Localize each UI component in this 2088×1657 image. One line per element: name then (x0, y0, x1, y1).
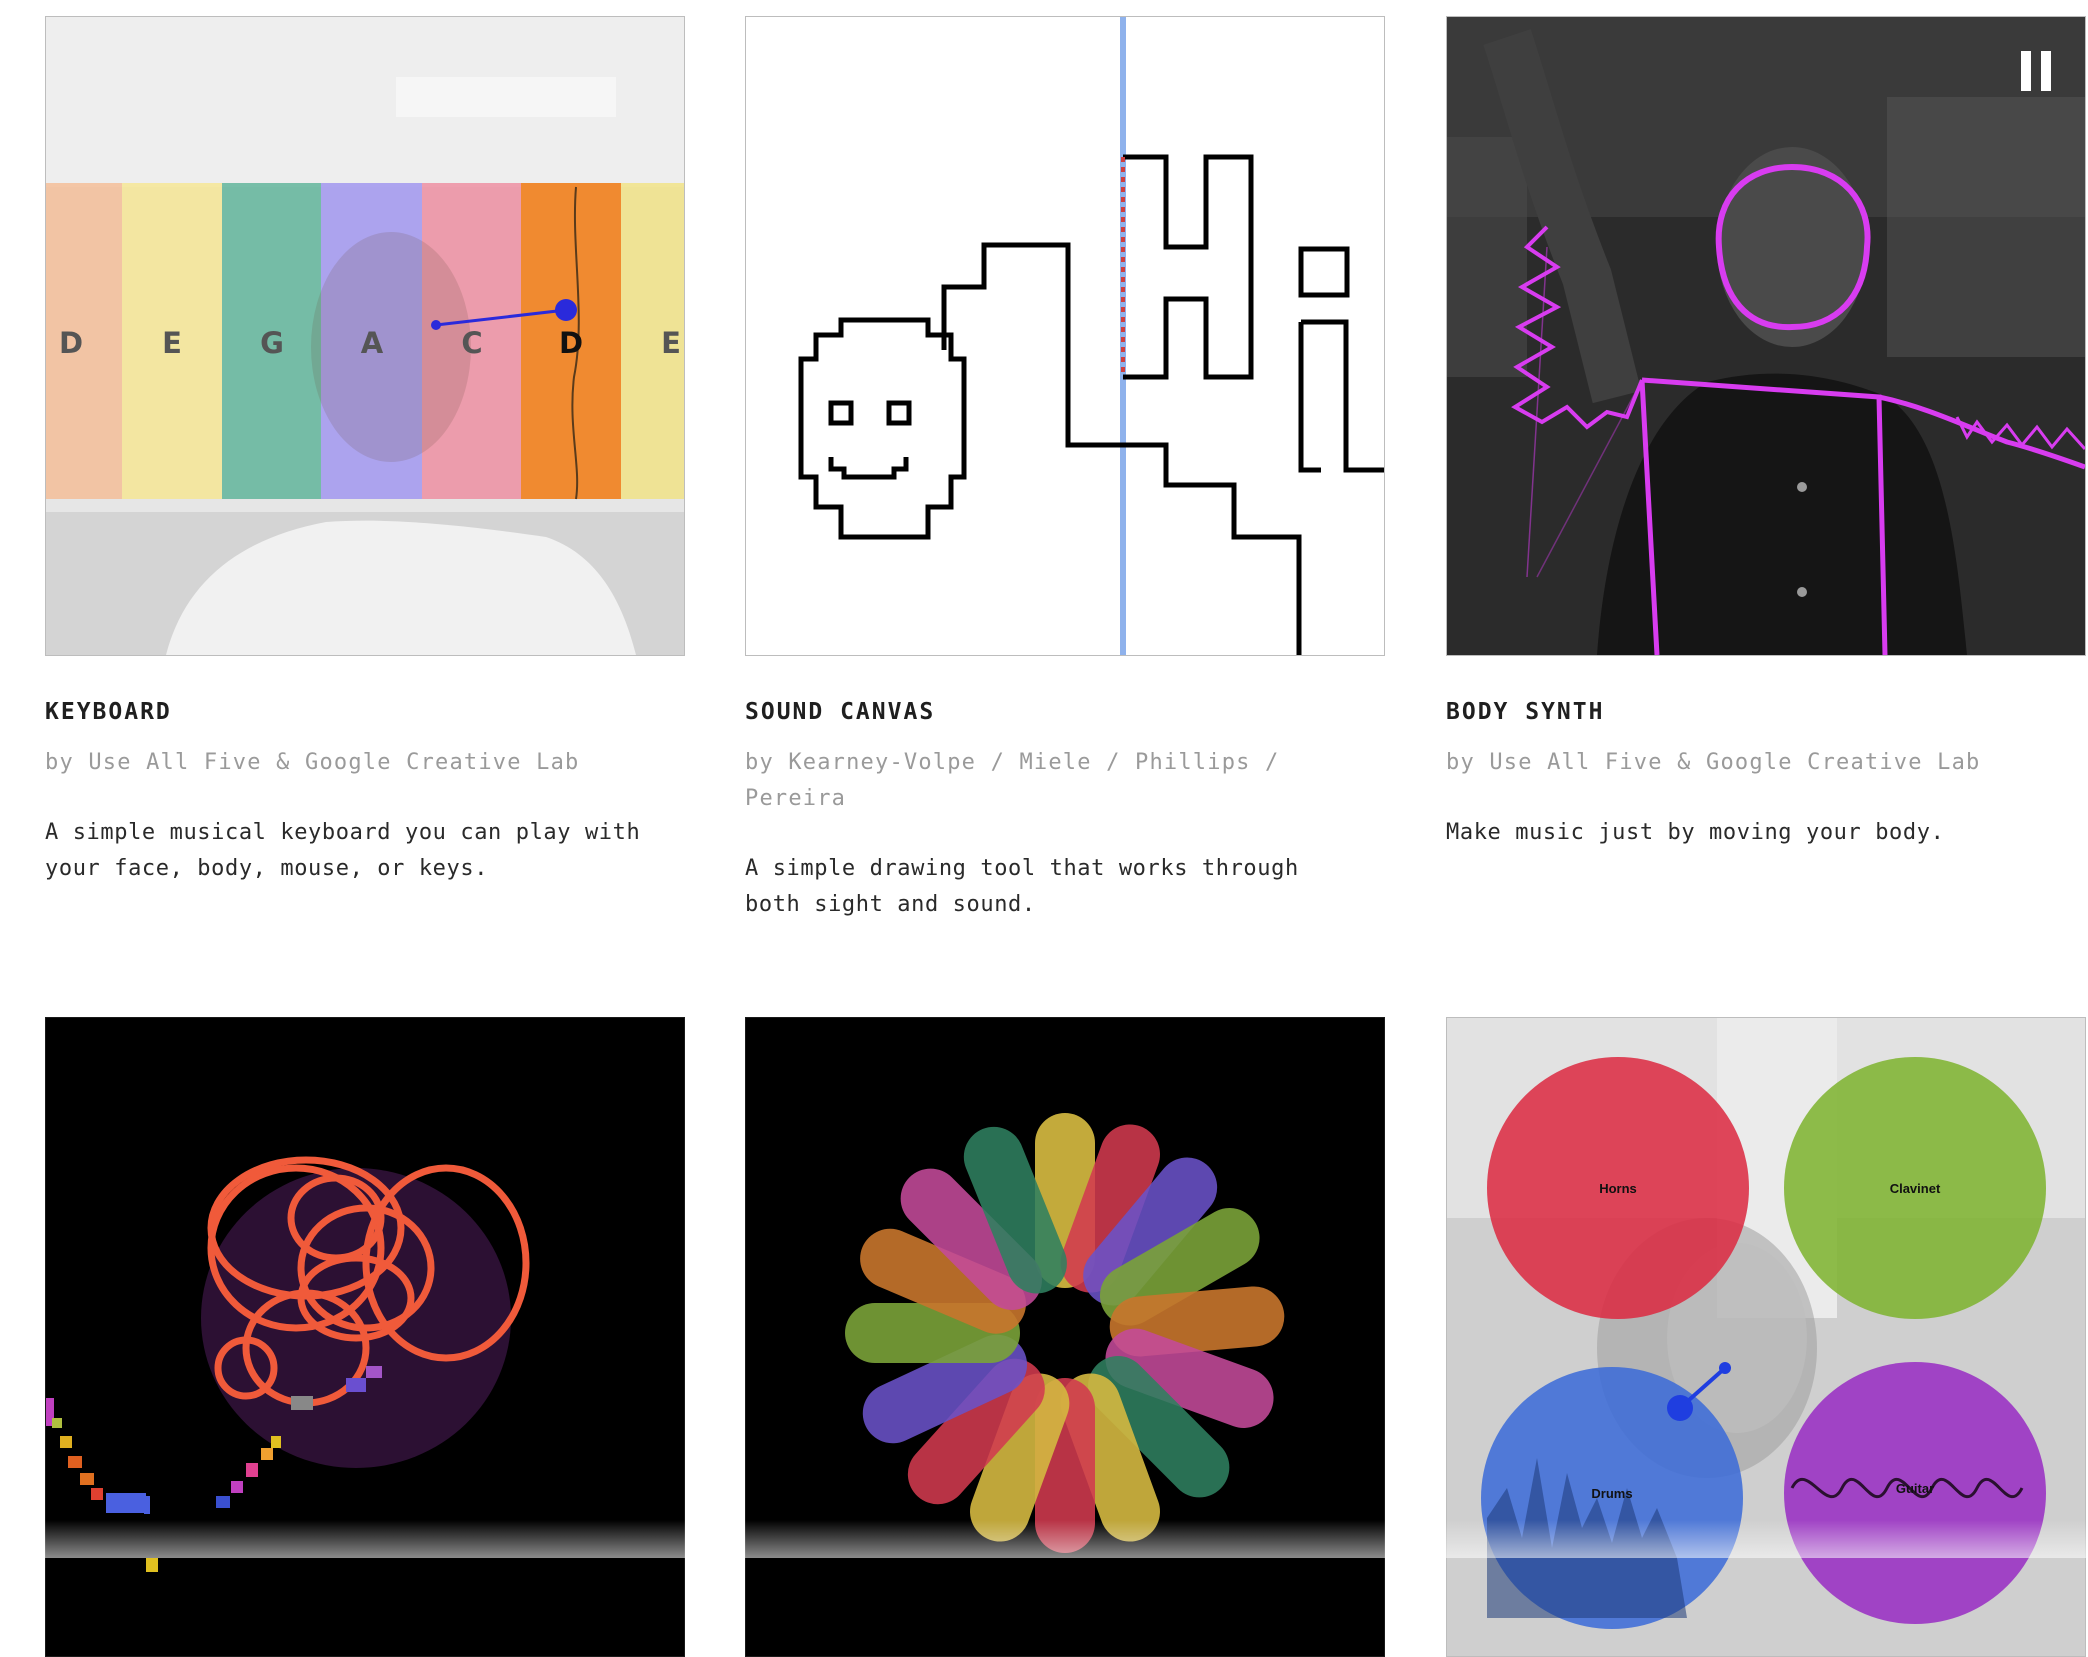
experiment-byline: by Use All Five & Google Creative Lab (45, 750, 580, 775)
instruments-thumbnail[interactable]: Horns Clavinet Drums Guitar (1446, 1017, 2086, 1657)
key-label: E (661, 326, 681, 360)
instrument-label-drums: Drums (1591, 1486, 1632, 1501)
key-label-active: D (559, 326, 583, 360)
scribble-thumbnail[interactable] (45, 1017, 685, 1657)
experiment-description: A simple musical keyboard you can play w… (45, 820, 641, 881)
key-label: G (260, 326, 284, 360)
experiment-card-scribble[interactable] (45, 1017, 685, 1657)
pause-icon[interactable] (2021, 51, 2055, 91)
experiment-card-flower[interactable] (745, 1017, 1385, 1657)
experiment-title[interactable]: KEYBOARD (45, 699, 172, 725)
body-synth-preview-image (1447, 17, 2085, 655)
experiment-description: Make music just by moving your body. (1446, 820, 1945, 845)
experiment-byline: by Kearney-Volpe / Miele / Phillips / Pe… (745, 750, 1280, 811)
flower-preview-image (746, 1018, 1384, 1656)
experiment-title[interactable]: SOUND CANVAS (745, 699, 935, 725)
keyboard-thumbnail[interactable]: D E G A C D E (45, 16, 685, 656)
instrument-label-clavinet: Clavinet (1890, 1181, 1941, 1196)
key-label: E (162, 326, 182, 360)
experiment-card-body-synth[interactable]: BODY SYNTH by Use All Five & Google Crea… (1446, 16, 2086, 916)
sound-canvas-preview-image (746, 17, 1384, 655)
experiment-card-keyboard[interactable]: D E G A C D E KEYBOARD by Use All Five &… (45, 16, 685, 916)
experiment-card-instruments[interactable]: Horns Clavinet Drums Guitar (1446, 1017, 2086, 1657)
bottom-fade (0, 1520, 2088, 1558)
experiment-card-sound-canvas[interactable]: SOUND CANVAS by Kearney-Volpe / Miele / … (745, 16, 1385, 917)
experiment-byline: by Use All Five & Google Creative Lab (1446, 750, 1981, 775)
key-label: D (59, 326, 83, 360)
instrument-label-horns: Horns (1599, 1181, 1637, 1196)
keyboard-preview-image: D E G A C D E (46, 17, 684, 655)
experiment-title[interactable]: BODY SYNTH (1446, 699, 1604, 725)
key-label: A (361, 326, 384, 360)
experiment-description: A simple drawing tool that works through… (745, 856, 1299, 917)
key-label: C (461, 326, 482, 360)
instrument-label-guitar: Guitar (1896, 1481, 1934, 1496)
sound-canvas-thumbnail[interactable] (745, 16, 1385, 656)
body-synth-thumbnail[interactable] (1446, 16, 2086, 656)
instruments-preview-image: Horns Clavinet Drums Guitar (1447, 1018, 2085, 1656)
scribble-preview-image (46, 1018, 684, 1656)
flower-thumbnail[interactable] (745, 1017, 1385, 1657)
